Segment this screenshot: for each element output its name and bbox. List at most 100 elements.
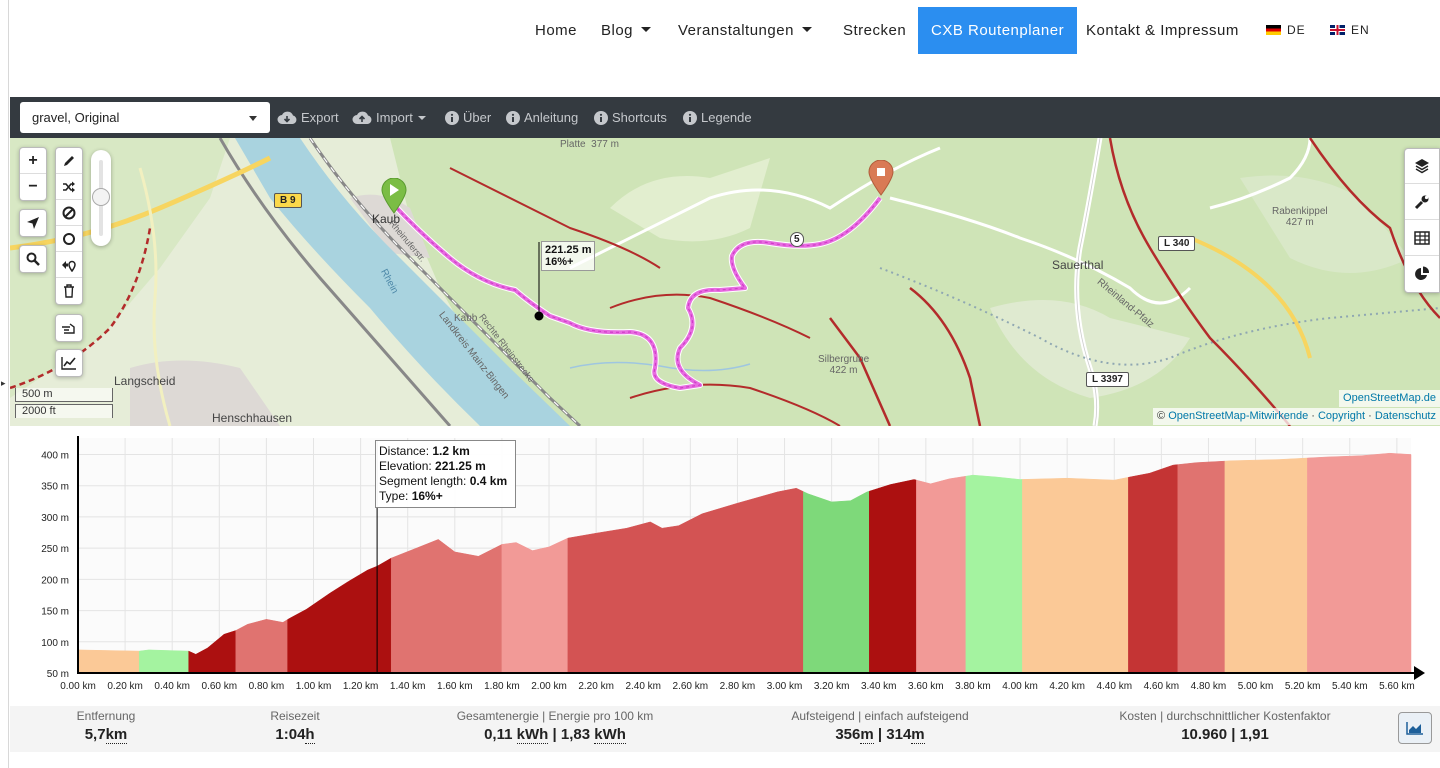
app-root: ▸ Home Blog Veranstaltungen Strecken CXB… xyxy=(0,0,1440,768)
map-view[interactable]: Kaub Kaub Langscheid Henschhausen Sauert… xyxy=(10,138,1440,426)
road-shield-5: 5 xyxy=(790,232,804,247)
delete-point-button[interactable] xyxy=(56,200,82,226)
elevation-tooltip: Distance: 1.2 km Elevation: 221.25 m Seg… xyxy=(375,440,516,508)
hand-pointer-button[interactable] xyxy=(56,315,82,341)
y-tick-label: 200 m xyxy=(41,575,69,586)
plain-ascent-unit: m xyxy=(911,726,925,744)
copyright-link[interactable]: Copyright xyxy=(1318,410,1365,422)
elevation-profile-chart[interactable]: 0.00 km 0.20 km 0.40 km 0.60 km 0.80 km 1.00 … xyxy=(10,426,1440,706)
elevation-profile-button[interactable] xyxy=(56,350,82,376)
legend-button[interactable]: Legende xyxy=(683,97,752,138)
hand-pointer-icon xyxy=(62,323,75,334)
locate-button[interactable] xyxy=(20,210,46,236)
shortcuts-button[interactable]: Shortcuts xyxy=(594,97,667,138)
elevation-segment xyxy=(1177,460,1226,674)
x-tick-label: 1.20 km xyxy=(343,681,379,692)
elevation-segment xyxy=(235,619,288,674)
peak-elev-silbergrube: 422 m xyxy=(829,365,858,376)
sidebar-edge xyxy=(8,0,9,768)
y-tick-label: 300 m xyxy=(41,513,69,524)
peak-name-rabenkippel: Rabenkippel xyxy=(1272,206,1328,217)
guide-button[interactable]: Anleitung xyxy=(506,97,578,138)
nav-contact[interactable]: Kontakt & Impressum xyxy=(1086,7,1239,54)
osm-contributors-link[interactable]: OpenStreetMap-Mitwirkende xyxy=(1168,410,1308,422)
x-tick-label: 5.20 km xyxy=(1285,681,1321,692)
delete-route-button[interactable] xyxy=(56,278,82,304)
export-label: Export xyxy=(301,110,339,125)
profile-select-value: gravel, Original xyxy=(32,110,120,125)
stat-ascent-value: 356m | 314m xyxy=(835,726,925,744)
ban-icon xyxy=(62,206,76,219)
x-tick-label: 2.60 km xyxy=(673,681,709,692)
tooltip-type: Type: 16%+ xyxy=(379,489,512,504)
time-unit: h xyxy=(305,726,315,744)
lang-en[interactable]: EN xyxy=(1330,7,1370,54)
info-circle-icon xyxy=(683,111,697,125)
reverse-route-button[interactable] xyxy=(56,174,82,200)
elevation-segment xyxy=(501,537,569,674)
x-axis-end-arrow xyxy=(1414,666,1425,680)
info-circle-icon xyxy=(506,111,520,125)
layers-button[interactable] xyxy=(1405,149,1439,184)
search-button[interactable] xyxy=(20,246,46,272)
zoom-in-button[interactable]: + xyxy=(20,148,46,174)
energy-total-number: 0,11 xyxy=(484,726,513,743)
nav-routes-label: Strecken xyxy=(843,22,907,39)
opacity-slider-handle[interactable] xyxy=(92,188,110,206)
end-marker-icon[interactable] xyxy=(868,160,894,196)
area-chart-icon xyxy=(1406,722,1423,735)
elevation-segment xyxy=(138,649,189,674)
stat-energy-label: Gesamtenergie | Energie pro 100 km xyxy=(456,709,654,723)
top-navigation: Home Blog Veranstaltungen Strecken CXB R… xyxy=(10,0,1440,97)
place-label-henschhausen: Henschhausen xyxy=(212,411,293,425)
profile-select[interactable]: gravel, Original xyxy=(20,102,270,133)
sidebar-toggle-arrow[interactable]: ▸ xyxy=(1,378,6,389)
cloud-download-icon xyxy=(277,111,297,124)
x-tick-label: 3.40 km xyxy=(861,681,897,692)
peak-label-silbergrube: Silbergrube 422 m xyxy=(818,354,869,376)
y-tick-label: 400 m xyxy=(41,450,69,461)
undo-marker-button[interactable] xyxy=(56,252,82,278)
privacy-link[interactable]: Datenschutz xyxy=(1375,410,1436,422)
elevation-chart-toggle-button[interactable] xyxy=(1398,712,1432,744)
nav-routes[interactable]: Strecken xyxy=(843,7,906,54)
shortcuts-label: Shortcuts xyxy=(612,110,667,125)
y-tick-label: 150 m xyxy=(41,607,69,618)
nav-home[interactable]: Home xyxy=(535,7,577,54)
elevation-segment xyxy=(1128,464,1179,674)
export-button[interactable]: Export xyxy=(277,97,339,138)
legend-label: Legende xyxy=(701,110,752,125)
opacity-slider[interactable] xyxy=(91,150,111,246)
x-tick-label: 5.00 km xyxy=(1238,681,1274,692)
start-marker-icon[interactable] xyxy=(381,178,407,214)
osm-de-link[interactable]: OpenStreetMap.de xyxy=(1343,392,1436,404)
road-shield-l340: L 340 xyxy=(1158,236,1196,251)
place-label-sauerthal: Sauerthal xyxy=(1052,258,1104,272)
stat-energy: Gesamtenergie | Energie pro 100 km 0,11 … xyxy=(440,706,670,752)
draw-route-button[interactable] xyxy=(56,148,82,174)
x-tick-label: 2.40 km xyxy=(625,681,661,692)
lang-de[interactable]: DE xyxy=(1266,7,1306,54)
stat-distance-label: Entfernung xyxy=(76,709,136,723)
german-flag-icon xyxy=(1266,25,1281,35)
zoom-out-button[interactable]: − xyxy=(20,174,46,200)
settings-button[interactable] xyxy=(1405,184,1439,220)
route-tools xyxy=(55,147,83,305)
poi-button[interactable] xyxy=(56,226,82,252)
road-shield-l3397: L 3397 xyxy=(1086,372,1129,387)
statistics-button[interactable] xyxy=(1405,256,1439,292)
nav-blog[interactable]: Blog xyxy=(601,7,652,54)
zoom-control: + − xyxy=(19,147,47,201)
table-icon xyxy=(1414,230,1430,245)
nav-route-planner[interactable]: CXB Routenplaner xyxy=(918,7,1078,54)
import-button[interactable]: Import xyxy=(352,97,426,138)
guide-label: Anleitung xyxy=(524,110,579,125)
pencil-icon xyxy=(64,155,74,166)
table-button[interactable] xyxy=(1405,220,1439,256)
about-button[interactable]: Über xyxy=(445,97,491,138)
location-arrow-icon xyxy=(27,217,39,229)
distance-unit: km xyxy=(105,726,128,744)
nav-home-label: Home xyxy=(535,22,578,39)
nav-events[interactable]: Veranstaltungen xyxy=(678,7,812,54)
scale-imperial: 2000 ft xyxy=(15,404,113,418)
